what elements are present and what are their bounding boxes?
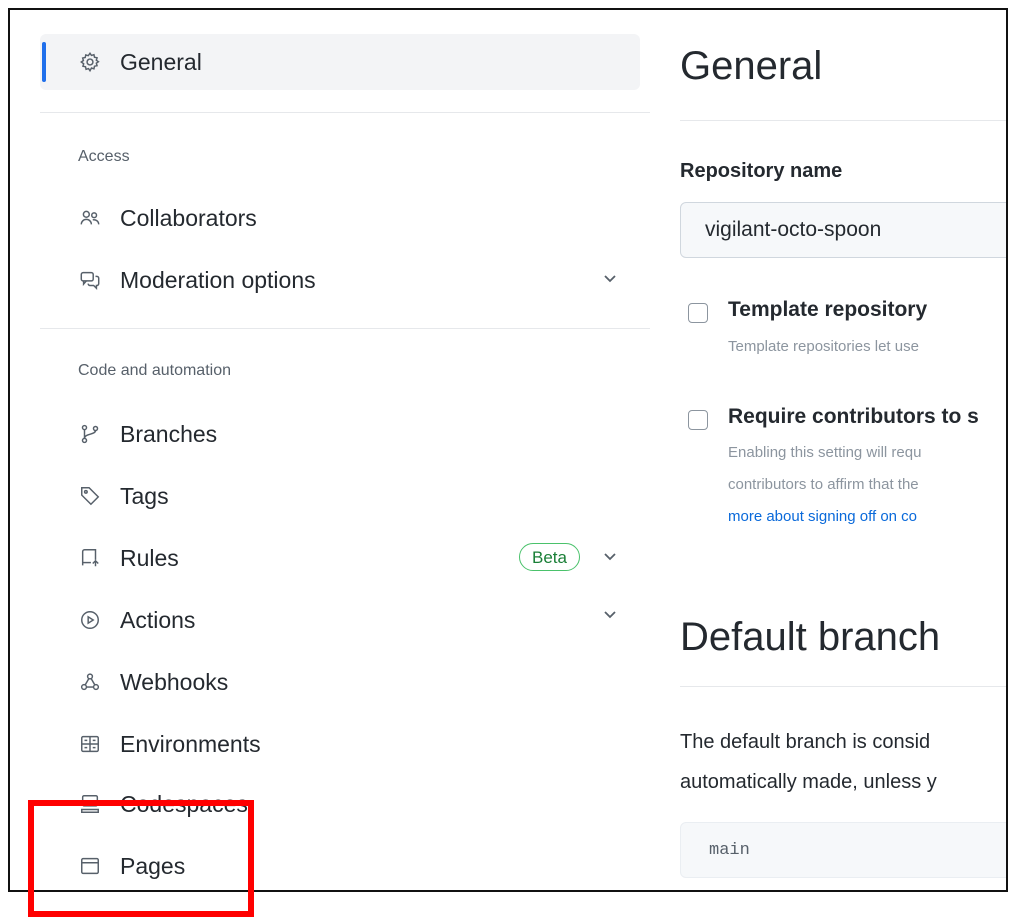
sidebar-item-label: Environments: [120, 730, 261, 757]
section-heading-code-automation: Code and automation: [78, 362, 231, 379]
repository-name-label: Repository name: [680, 160, 843, 182]
signoff-learn-more-link[interactable]: more about signing off on co: [728, 502, 917, 532]
sidebar-item-tags[interactable]: Tags: [40, 468, 640, 524]
sidebar-item-label: Webhooks: [120, 668, 229, 695]
require-signoff-description: contributors to affirm that the: [728, 476, 919, 493]
people-icon: [78, 206, 102, 230]
default-branch-description: The default branch is consid automatical…: [680, 722, 937, 802]
webhook-icon: [78, 670, 102, 694]
divider: [680, 686, 1006, 687]
sidebar-item-general[interactable]: General: [40, 34, 640, 90]
template-repository-checkbox[interactable]: [688, 303, 708, 323]
sidebar-item-label: Pages: [120, 852, 186, 879]
sidebar-item-collaborators[interactable]: Collaborators: [40, 190, 640, 246]
template-repository-title: Template repository: [728, 298, 928, 321]
sidebar-item-environments[interactable]: Environments: [40, 716, 640, 772]
comment-discussion-icon: [78, 268, 102, 292]
sidebar-item-label: Actions: [120, 606, 196, 633]
codespaces-icon: [78, 792, 102, 816]
branch-name: main: [709, 841, 750, 860]
sidebar-item-webhooks[interactable]: Webhooks: [40, 654, 640, 710]
sidebar-item-moderation[interactable]: Moderation options: [40, 252, 640, 308]
settings-sidebar: General Access Collaborators Moderation …: [10, 10, 655, 890]
default-branch-field[interactable]: main: [680, 822, 1006, 878]
beta-badge: Beta: [519, 543, 580, 571]
sidebar-item-label: General: [120, 48, 202, 75]
sidebar-item-label: Rules: [120, 544, 179, 571]
require-signoff-title: Require contributors to s: [728, 405, 979, 428]
sidebar-item-rules[interactable]: Rules Beta: [40, 530, 640, 586]
server-icon: [78, 732, 102, 756]
repository-name-input[interactable]: vigilant-octo-spoon: [680, 202, 1006, 258]
play-icon: [78, 608, 102, 632]
sidebar-item-label: Codespaces: [120, 790, 248, 817]
chevron-down-icon[interactable]: [602, 270, 618, 286]
divider: [40, 112, 650, 113]
require-signoff-description: Enabling this setting will requ: [728, 444, 922, 461]
git-branch-icon: [78, 422, 102, 446]
gear-icon: [78, 50, 102, 74]
chevron-down-icon[interactable]: [602, 606, 618, 622]
section-heading-access: Access: [78, 148, 130, 165]
general-settings-panel: General Repository name vigilant-octo-sp…: [680, 10, 1006, 890]
browser-icon: [78, 854, 102, 878]
sidebar-item-label: Collaborators: [120, 204, 257, 231]
repo-push-icon: [78, 546, 102, 570]
page-title: General: [680, 44, 823, 88]
divider: [40, 328, 650, 329]
require-signoff-checkbox[interactable]: [688, 410, 708, 430]
default-branch-heading: Default branch: [680, 615, 941, 659]
sidebar-item-actions[interactable]: Actions: [40, 592, 640, 648]
sidebar-item-label: Branches: [120, 420, 218, 447]
sidebar-item-label: Tags: [120, 482, 169, 509]
sidebar-item-pages[interactable]: Pages: [40, 838, 640, 890]
description-line: The default branch is consid: [680, 731, 931, 753]
sidebar-item-branches[interactable]: Branches: [40, 406, 640, 462]
divider: [680, 120, 1006, 121]
description-line: automatically made, unless y: [680, 771, 937, 793]
chevron-down-icon[interactable]: [602, 548, 618, 564]
settings-window: General Access Collaborators Moderation …: [8, 8, 1008, 892]
sidebar-item-label: Moderation options: [120, 266, 316, 293]
template-repository-description: Template repositories let use: [728, 338, 919, 355]
tag-icon: [78, 484, 102, 508]
sidebar-item-codespaces[interactable]: Codespaces: [40, 776, 640, 832]
